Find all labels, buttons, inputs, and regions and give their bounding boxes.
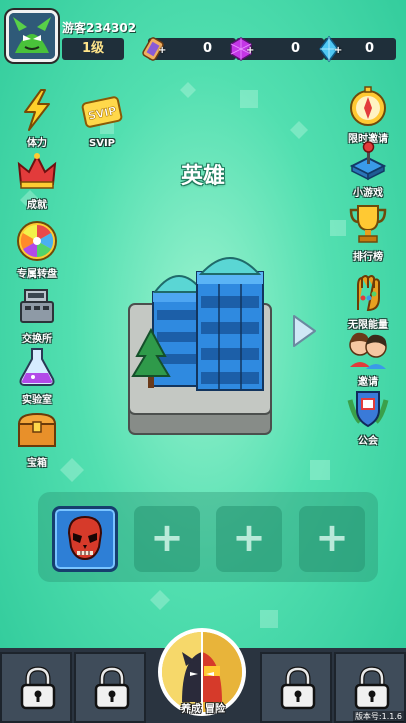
wheel-icon bbox=[17, 221, 57, 261]
lock-icon bbox=[94, 666, 130, 710]
nav-train-adventure-button[interactable] bbox=[158, 628, 246, 716]
add-diamond-icon[interactable]: + bbox=[334, 40, 342, 62]
menu-infinite-energy[interactable]: 无限能量 bbox=[336, 270, 400, 331]
nav-tab-locked-2[interactable] bbox=[74, 652, 146, 723]
guild-crest-icon bbox=[347, 391, 389, 428]
trophy-icon bbox=[349, 205, 387, 243]
add-scroll-icon[interactable]: + bbox=[158, 40, 166, 62]
menu-stamina[interactable]: 体力 bbox=[5, 88, 69, 149]
top-bar: 游客234302 1级 + 0 + 0 + 0 bbox=[0, 0, 406, 70]
hero-slot-1[interactable] bbox=[52, 506, 118, 572]
masked-hero-avatar-icon bbox=[9, 13, 55, 59]
menu-lab[interactable]: 实验室 bbox=[5, 345, 69, 406]
gem-currency[interactable]: + 0 bbox=[230, 37, 324, 62]
hero-building-illustration[interactable] bbox=[125, 252, 275, 437]
add-gem-icon[interactable]: + bbox=[246, 40, 254, 62]
diamond-value: 0 bbox=[364, 41, 374, 56]
menu-wheel[interactable]: 专属转盘 bbox=[5, 219, 69, 280]
hero-section-title: 英雄 bbox=[180, 164, 225, 189]
menu-stamina-label: 体力 bbox=[27, 138, 47, 149]
chest-icon bbox=[17, 412, 57, 447]
hero-slot-4[interactable]: + bbox=[299, 506, 365, 572]
friends-icon bbox=[349, 332, 387, 369]
add-hero-icon: + bbox=[315, 515, 349, 561]
menu-svip-label: SVIP bbox=[89, 138, 115, 149]
player-name: 游客234302 bbox=[62, 21, 137, 35]
menu-treasure-label: 宝箱 bbox=[27, 458, 47, 469]
lock-icon bbox=[20, 666, 56, 710]
menu-lab-label: 实验室 bbox=[22, 395, 52, 406]
lightning-icon bbox=[24, 89, 50, 131]
next-arrow-icon[interactable] bbox=[290, 313, 318, 349]
hero-slot-2[interactable]: + bbox=[134, 506, 200, 572]
scroll-currency[interactable]: + 0 bbox=[142, 37, 236, 62]
hero-slot-3[interactable]: + bbox=[216, 506, 282, 572]
nav-tab-locked-3[interactable] bbox=[260, 652, 332, 723]
menu-exchange[interactable]: 交换所 bbox=[5, 284, 69, 345]
menu-exchange-label: 交换所 bbox=[22, 334, 52, 345]
menu-guild-label: 公会 bbox=[358, 436, 378, 447]
menu-leaderboard[interactable]: 排行榜 bbox=[336, 202, 400, 263]
menu-invite[interactable]: 邀请 bbox=[336, 327, 400, 388]
scroll-value: 0 bbox=[202, 41, 212, 56]
nav-adventure-label: 冒险 bbox=[205, 704, 225, 715]
hero-split-face-icon bbox=[162, 632, 242, 712]
diamond-currency[interactable]: + 0 bbox=[319, 35, 396, 63]
lock-icon bbox=[354, 666, 390, 710]
nav-train-label: 养成 bbox=[181, 704, 201, 715]
menu-limited-invite[interactable]: 限时邀请 bbox=[336, 84, 400, 145]
menu-achievements-label: 成就 bbox=[27, 200, 47, 211]
gem-value: 0 bbox=[290, 41, 300, 56]
add-hero-icon: + bbox=[232, 515, 266, 561]
player-avatar[interactable] bbox=[6, 10, 58, 62]
cash-register-icon bbox=[20, 289, 54, 323]
flask-icon bbox=[19, 348, 55, 386]
player-level: 1级 bbox=[62, 38, 124, 60]
nav-tab-locked-1[interactable] bbox=[0, 652, 72, 723]
gauntlet-icon bbox=[357, 275, 380, 312]
menu-guild[interactable]: 公会 bbox=[336, 386, 400, 447]
menu-leaderboard-label: 排行榜 bbox=[353, 252, 383, 263]
add-hero-icon: + bbox=[150, 515, 184, 561]
lock-icon bbox=[280, 666, 316, 710]
compass-icon bbox=[350, 86, 386, 126]
menu-svip[interactable]: SVIP SVIP bbox=[70, 92, 134, 149]
version-label: 版本号:1.1.6 bbox=[352, 711, 404, 722]
svip-ticket-icon: SVIP bbox=[81, 96, 123, 128]
menu-wheel-label: 专属转盘 bbox=[17, 269, 57, 280]
red-skull-hero-icon bbox=[67, 515, 103, 561]
menu-treasure[interactable]: 宝箱 bbox=[5, 408, 69, 469]
